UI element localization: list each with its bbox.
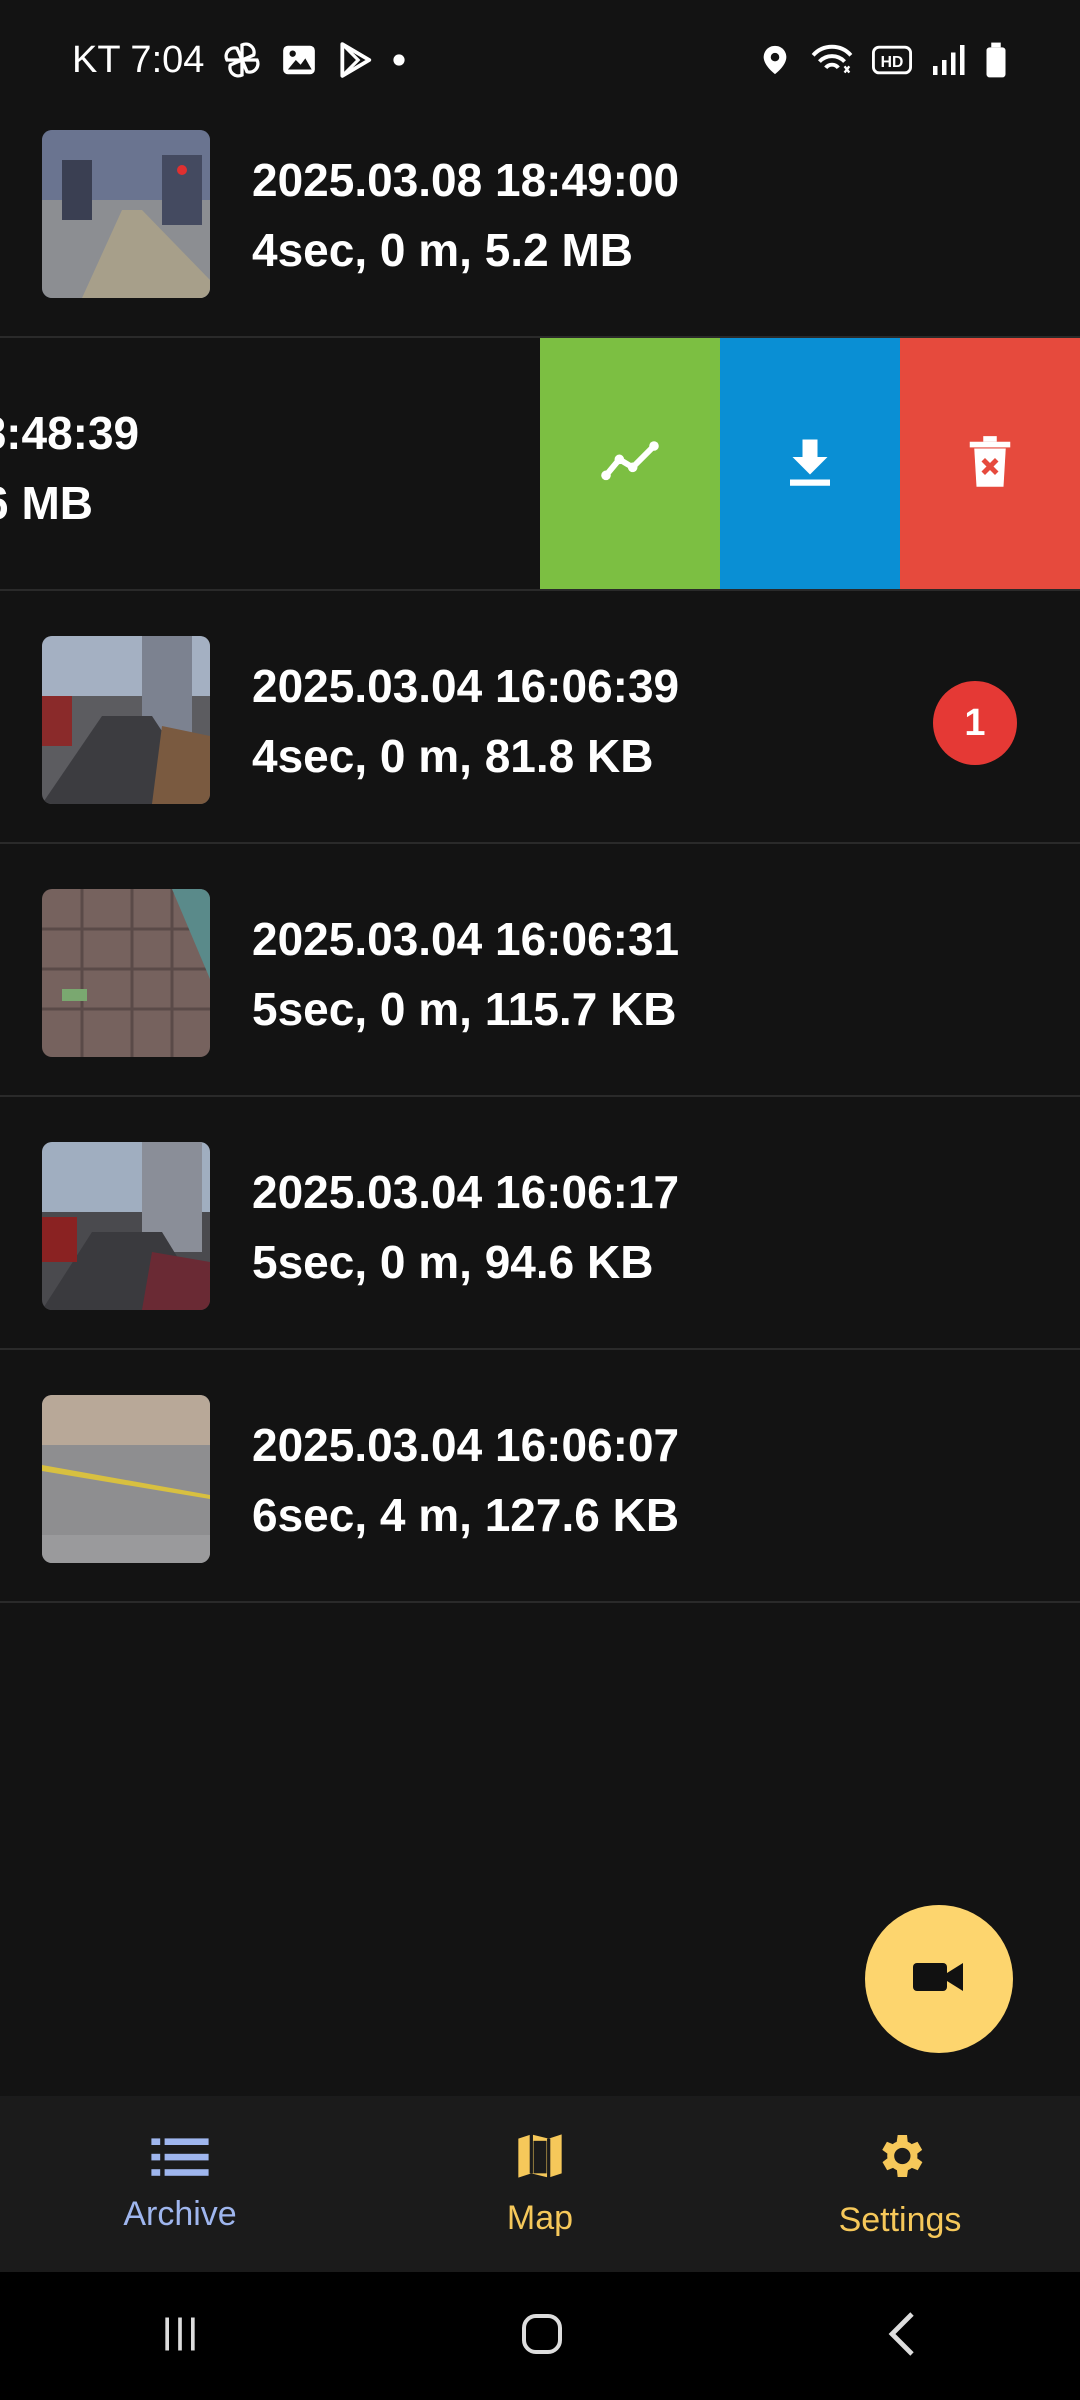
- location-icon: [758, 41, 792, 79]
- video-thumbnail: [42, 636, 210, 804]
- video-thumbnail: [42, 130, 210, 298]
- list-item[interactable]: 2025.03.04 16:06:07 6sec, 4 m, 127.6 KB: [0, 1350, 1080, 1603]
- nav-map[interactable]: Map: [360, 2096, 720, 2272]
- battery-icon: [984, 41, 1008, 79]
- play-store-icon: [336, 41, 374, 79]
- list-item[interactable]: 2025.03.04 16:06:17 5sec, 0 m, 94.6 KB: [0, 1097, 1080, 1350]
- wifi-icon: [810, 41, 854, 79]
- list-item[interactable]: 2025.03.04 16:06:31 5sec, 0 m, 115.7 KB: [0, 844, 1080, 1097]
- nav-settings-label: Settings: [838, 2201, 962, 2239]
- recent-apps-button[interactable]: [158, 2312, 202, 2361]
- download-button[interactable]: [720, 338, 900, 589]
- system-navigation-bar: [0, 2272, 1080, 2400]
- recording-title: 2025.03.04 16:06:31: [252, 913, 680, 965]
- recording-meta: 4sec, 0 m, 5.2 MB: [252, 224, 633, 276]
- videocam-icon: [911, 1957, 967, 2002]
- video-thumbnail: [42, 889, 210, 1057]
- recording-meta: 5sec, 0 m, 115.7 KB: [252, 983, 677, 1035]
- chart-line-icon: [598, 430, 662, 499]
- video-thumbnail: [42, 1395, 210, 1563]
- hd-icon: HD: [872, 43, 912, 77]
- recording-meta: 5sec, 0 m, 94.6 KB: [252, 1236, 654, 1288]
- recording-meta: 4sec, 0 m, 6.6 MB: [0, 477, 93, 529]
- list-item[interactable]: 2025.03.04 16:06:39 4sec, 0 m, 81.8 KB 1: [0, 591, 1080, 844]
- back-button[interactable]: [882, 2310, 922, 2363]
- nav-map-label: Map: [506, 2199, 574, 2237]
- delete-button[interactable]: [900, 338, 1080, 589]
- nav-archive-label: Archive: [123, 2195, 237, 2233]
- recording-meta: 4sec, 0 m, 81.8 KB: [252, 730, 654, 782]
- recording-title: 2025.03.04 16:06:07: [252, 1419, 680, 1471]
- list-item-swiped[interactable]: 2025.03.08 18:48:39 4sec, 0 m, 6.6 MB: [0, 338, 1080, 591]
- carrier-time: KT 7:04: [72, 38, 205, 81]
- swipe-actions: [540, 338, 1080, 589]
- recording-meta: 6sec, 4 m, 127.6 KB: [252, 1489, 680, 1541]
- list-item[interactable]: 2025.03.08 18:49:00 4sec, 0 m, 5.2 MB: [0, 85, 1080, 338]
- trash-icon: [963, 432, 1017, 497]
- gallery-icon: [280, 41, 318, 79]
- track-button[interactable]: [540, 338, 720, 589]
- recordings-list: 2025.03.08 18:49:00 4sec, 0 m, 5.2 MB 20…: [0, 85, 1080, 1603]
- dot-icon: [392, 53, 406, 67]
- signal-icon: [930, 43, 966, 77]
- recording-title: 2025.03.04 16:06:17: [252, 1166, 680, 1218]
- download-icon: [780, 432, 840, 497]
- map-icon: [514, 2130, 566, 2191]
- home-button[interactable]: [518, 2310, 566, 2363]
- svg-text:HD: HD: [881, 54, 904, 71]
- recording-title: 2025.03.04 16:06:39: [252, 660, 680, 712]
- recording-title: 2025.03.08 18:49:00: [252, 154, 680, 206]
- list-icon: [151, 2134, 209, 2187]
- nav-settings[interactable]: Settings: [720, 2096, 1080, 2272]
- notification-badge: 1: [933, 681, 1017, 765]
- record-button[interactable]: [865, 1905, 1013, 2053]
- bottom-navigation: Archive Map Settings: [0, 2096, 1080, 2272]
- recording-title: 2025.03.08 18:48:39: [0, 407, 140, 459]
- nav-archive[interactable]: Archive: [0, 2096, 360, 2272]
- gear-icon: [872, 2128, 928, 2193]
- video-thumbnail: [42, 1142, 210, 1310]
- pinwheel-icon: [222, 40, 262, 80]
